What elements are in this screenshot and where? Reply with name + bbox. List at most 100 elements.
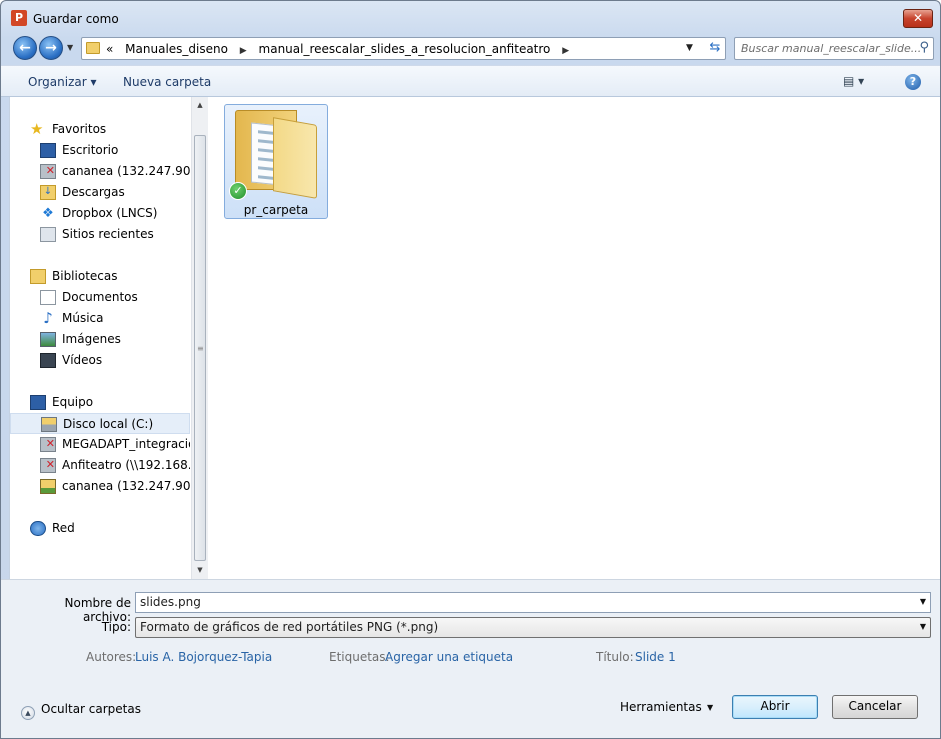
folder-item[interactable]: ✓ pr_carpeta: [224, 104, 328, 219]
file-list: ✓ pr_carpeta: [208, 97, 940, 579]
nav-libraries[interactable]: Bibliotecas: [10, 266, 190, 287]
back-button[interactable]: ←: [13, 36, 37, 60]
nav-favorites-label: Favoritos: [52, 122, 107, 136]
cancel-button[interactable]: Cancelar: [832, 695, 918, 719]
new-folder-button[interactable]: Nueva carpeta: [123, 75, 211, 89]
network-share-icon: [40, 479, 56, 494]
file-name-value: slides.png: [140, 595, 201, 609]
file-type-dropdown-chevron-icon[interactable]: ▼: [920, 622, 926, 631]
file-type-value: Formato de gráficos de red portátiles PN…: [140, 620, 439, 634]
title-bar: P Guardar como ✕: [1, 1, 940, 33]
hide-folders-button[interactable]: ▲ Ocultar carpetas: [21, 702, 141, 720]
nav-item-label: Escritorio: [62, 143, 119, 157]
help-icon[interactable]: ?: [905, 74, 921, 90]
nav-item-downloads[interactable]: ↓ Descargas: [10, 182, 190, 203]
search-placeholder: Buscar manual_reescalar_slide...: [741, 42, 922, 55]
breadcrumb: « Manuales_diseno ▶ manual_reescalar_sli…: [106, 42, 577, 56]
powerpoint-icon: P: [11, 10, 27, 26]
nav-scrollbar[interactable]: ▲ ≡ ▼: [191, 97, 208, 579]
nav-network[interactable]: Red: [10, 518, 190, 539]
close-button[interactable]: ✕: [903, 9, 933, 28]
breadcrumb-overflow[interactable]: «: [106, 42, 113, 56]
scroll-down-arrow-icon[interactable]: ▼: [192, 562, 208, 579]
nav-item-recent-places[interactable]: Sitios recientes: [10, 224, 190, 245]
search-icon[interactable]: ⚲: [919, 40, 929, 55]
authors-value[interactable]: Luis A. Bojorquez-Tapia: [135, 650, 272, 664]
nav-item-megadapt[interactable]: ✕ MEGADAPT_integracion: [10, 434, 190, 455]
nav-item-label: cananea (132.247.90.96) (: [62, 164, 190, 178]
nav-item-label: Sitios recientes: [62, 227, 154, 241]
dropbox-icon: ❖: [42, 206, 54, 221]
tools-menu[interactable]: Herramientas: [620, 700, 702, 714]
disconnected-drive-icon: ✕: [40, 164, 56, 179]
organize-label: Organizar: [28, 75, 87, 89]
nav-item-documents[interactable]: Documentos: [10, 287, 190, 308]
pictures-icon: [40, 332, 56, 347]
sync-check-icon: ✓: [229, 182, 247, 200]
navigation-tree: ★ Favoritos Escritorio ✕ cananea (132.24…: [10, 97, 190, 579]
title-value[interactable]: Slide 1: [635, 650, 676, 664]
network-icon: [30, 521, 46, 536]
nav-item-local-disk[interactable]: Disco local (C:): [10, 413, 190, 434]
nav-item-label: Música: [62, 311, 104, 325]
save-options-panel: Nombre de archivo: slides.png ▼ Tipo: Fo…: [1, 579, 940, 738]
nav-item-pictures[interactable]: Imágenes: [10, 329, 190, 350]
nav-favorites[interactable]: ★ Favoritos: [10, 119, 190, 140]
scroll-up-arrow-icon[interactable]: ▲: [192, 97, 208, 114]
search-input[interactable]: Buscar manual_reescalar_slide... ⚲: [734, 37, 934, 60]
grip-icon: ≡: [197, 344, 204, 353]
change-view-icon[interactable]: ▤ ▾: [843, 74, 864, 88]
breadcrumb-separator-icon[interactable]: ▶: [240, 46, 247, 56]
tags-value[interactable]: Agregar una etiqueta: [385, 650, 513, 664]
nav-computer-label: Equipo: [52, 395, 94, 409]
nav-item-cananea-fav[interactable]: ✕ cananea (132.247.90.96) (: [10, 161, 190, 182]
breadcrumb-item[interactable]: Manuales_diseno: [125, 42, 228, 56]
breadcrumb-separator-icon[interactable]: ▶: [562, 46, 569, 56]
nav-computer[interactable]: Equipo: [10, 392, 190, 413]
libraries-icon: [30, 269, 46, 284]
address-bar[interactable]: « Manuales_diseno ▶ manual_reescalar_sli…: [81, 37, 726, 60]
address-dropdown-chevron-icon[interactable]: ▼: [686, 43, 693, 53]
nav-item-music[interactable]: ♪ Música: [10, 308, 190, 329]
nav-item-label: Descargas: [62, 185, 125, 199]
nav-item-cananea[interactable]: cananea (132.247.90.96): [10, 476, 190, 497]
refresh-icon[interactable]: ⇆: [706, 40, 724, 57]
nav-item-desktop[interactable]: Escritorio: [10, 140, 190, 161]
recent-places-icon: [40, 227, 56, 242]
file-type-select[interactable]: Formato de gráficos de red portátiles PN…: [135, 617, 931, 638]
nav-libraries-label: Bibliotecas: [52, 269, 118, 283]
folder-front-icon: [273, 117, 317, 199]
nav-item-label: Imágenes: [62, 332, 121, 346]
save-as-dialog: P Guardar como ✕ ← → ▼ « Manuales_diseno…: [0, 0, 941, 739]
breadcrumb-item[interactable]: manual_reescalar_slides_a_resolucion_anf…: [259, 42, 551, 56]
tags-label: Etiquetas:: [329, 650, 390, 664]
nav-item-label: MEGADAPT_integracion: [62, 437, 190, 451]
chevron-up-icon: ▲: [21, 706, 35, 720]
nav-item-label: Documentos: [62, 290, 138, 304]
hide-folders-label: Ocultar carpetas: [41, 702, 141, 716]
star-icon: ★: [30, 120, 44, 138]
nav-item-anfiteatro[interactable]: ✕ Anfiteatro (\\192.168.1.16: [10, 455, 190, 476]
nav-item-dropbox[interactable]: ❖ Dropbox (LNCS): [10, 203, 190, 224]
folder-name: pr_carpeta: [243, 203, 309, 217]
forward-button[interactable]: →: [39, 36, 63, 60]
tools-dropdown-chevron-icon[interactable]: ▼: [707, 703, 713, 712]
nav-item-label: Dropbox (LNCS): [62, 206, 158, 220]
computer-icon: [30, 395, 46, 410]
disconnected-drive-icon: ✕: [40, 458, 56, 473]
open-button[interactable]: Abrir: [732, 695, 818, 719]
nav-item-videos[interactable]: Vídeos: [10, 350, 190, 371]
local-disk-icon: [41, 417, 57, 432]
organize-menu[interactable]: Organizar ▾: [28, 75, 97, 89]
file-name-dropdown-chevron-icon[interactable]: ▼: [920, 597, 926, 606]
documents-icon: [40, 290, 56, 305]
downloads-folder-icon: ↓: [40, 185, 56, 200]
file-type-label: Tipo:: [101, 620, 131, 634]
address-row: ← → ▼ « Manuales_diseno ▶ manual_reescal…: [1, 33, 940, 65]
video-film-icon: [40, 353, 56, 368]
recent-locations-chevron-icon[interactable]: ▼: [67, 43, 73, 52]
scroll-thumb[interactable]: ≡: [194, 135, 206, 561]
nav-item-label: Anfiteatro (\\192.168.1.16: [62, 458, 190, 472]
file-name-field[interactable]: slides.png ▼: [135, 592, 931, 613]
folder-icon: [86, 42, 100, 54]
